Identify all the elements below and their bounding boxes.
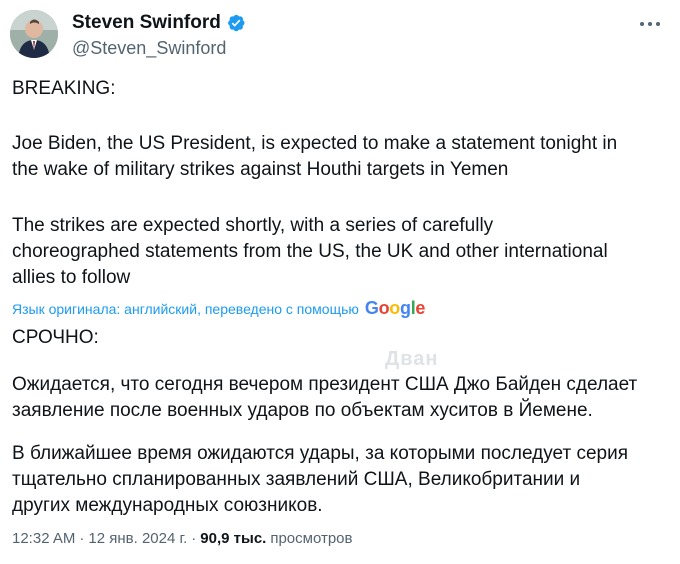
- verified-badge-icon: [227, 14, 245, 32]
- translation-note[interactable]: Язык оригинала: английский, переведено с…: [12, 298, 425, 319]
- tweet-time[interactable]: 12:32 AM: [12, 530, 75, 547]
- translation-note-text: Язык оригинала: английский, переведено с…: [12, 300, 359, 317]
- author-name-row: Steven Swinford: [72, 12, 246, 34]
- original-p2-line-1: The strikes are expected shortly, with a…: [12, 215, 494, 236]
- more-horizontal-icon[interactable]: [638, 16, 662, 32]
- author-names: Steven Swinford @Steven_Swinford: [72, 12, 246, 59]
- original-paragraph-2: The strikes are expected shortly, with a…: [12, 213, 662, 291]
- translated-paragraph-2: В ближайшее время ожидаются удары, за ко…: [12, 441, 662, 519]
- translated-p2-line-1: В ближайшее время ожидаются удары, за ко…: [12, 443, 628, 464]
- translated-p2-line-2: тщательно спланированных заявлений США, …: [12, 469, 581, 490]
- tweet-meta: 12:32 AM · 12 янв. 2024 г. · 90,9 тыс. п…: [12, 530, 352, 547]
- watermark: Дван: [385, 348, 439, 370]
- original-paragraph-1: Joe Biden, the US President, is expected…: [12, 131, 662, 183]
- tweet-date[interactable]: 12 янв. 2024 г.: [88, 530, 187, 547]
- original-p2-line-3: allies to follow: [12, 267, 131, 288]
- original-heading: BREAKING:: [12, 78, 116, 99]
- google-logo: Google: [364, 298, 426, 318]
- meta-separator: ·: [191, 530, 197, 547]
- views-count: 90,9 тыс.: [200, 530, 267, 547]
- original-p1-line-2: the wake of military strikes against Hou…: [12, 159, 509, 180]
- author-avatar[interactable]: [10, 10, 58, 58]
- translated-heading: СРОЧНО:: [12, 327, 99, 348]
- views-label: просмотров: [270, 530, 353, 547]
- author-handle[interactable]: @Steven_Swinford: [72, 38, 246, 59]
- translated-p1-line-2: заявление после военных ударов по объект…: [12, 400, 593, 421]
- original-p1-line-1: Joe Biden, the US President, is expected…: [12, 133, 618, 154]
- meta-separator: ·: [79, 530, 85, 547]
- tweet-header: Steven Swinford @Steven_Swinford: [10, 10, 668, 60]
- original-p2-line-2: choreographed statements from the US, th…: [12, 241, 608, 262]
- author-name[interactable]: Steven Swinford: [72, 12, 221, 34]
- translated-paragraph-1: Ожидается, что сегодня вечером президент…: [12, 372, 662, 424]
- translated-p2-line-3: других международных союзников.: [12, 495, 323, 516]
- translated-p1-line-1: Ожидается, что сегодня вечером президент…: [12, 374, 638, 395]
